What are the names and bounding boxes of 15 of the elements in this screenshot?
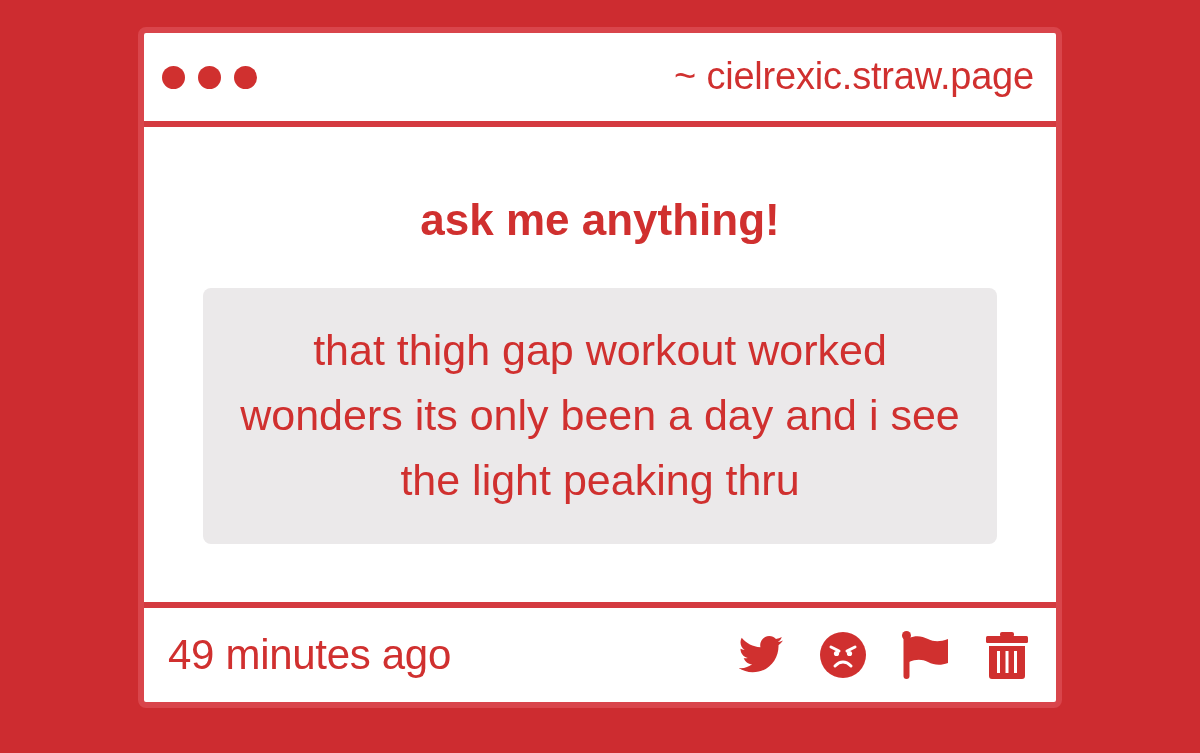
page-address: ~ cielrexic.straw.page xyxy=(674,54,1034,100)
bird-icon xyxy=(738,636,784,674)
question-text: that thigh gap workout worked wonders its only been a day and i see the light peaking thru xyxy=(239,325,961,506)
timestamp: 49 minutes ago xyxy=(168,629,451,680)
window-dot-icon xyxy=(234,65,257,89)
window-dot-icon xyxy=(198,65,221,89)
trash-button[interactable] xyxy=(986,631,1028,679)
window-dot-icon xyxy=(162,65,185,89)
flag-icon xyxy=(902,631,950,679)
angry-face-button[interactable] xyxy=(820,632,866,678)
flag-button[interactable] xyxy=(902,631,950,679)
angry-face-icon xyxy=(820,632,866,678)
trash-icon xyxy=(986,631,1028,679)
bird-share-button[interactable] xyxy=(738,636,784,674)
prompt-title: ask me anything! xyxy=(419,195,781,245)
